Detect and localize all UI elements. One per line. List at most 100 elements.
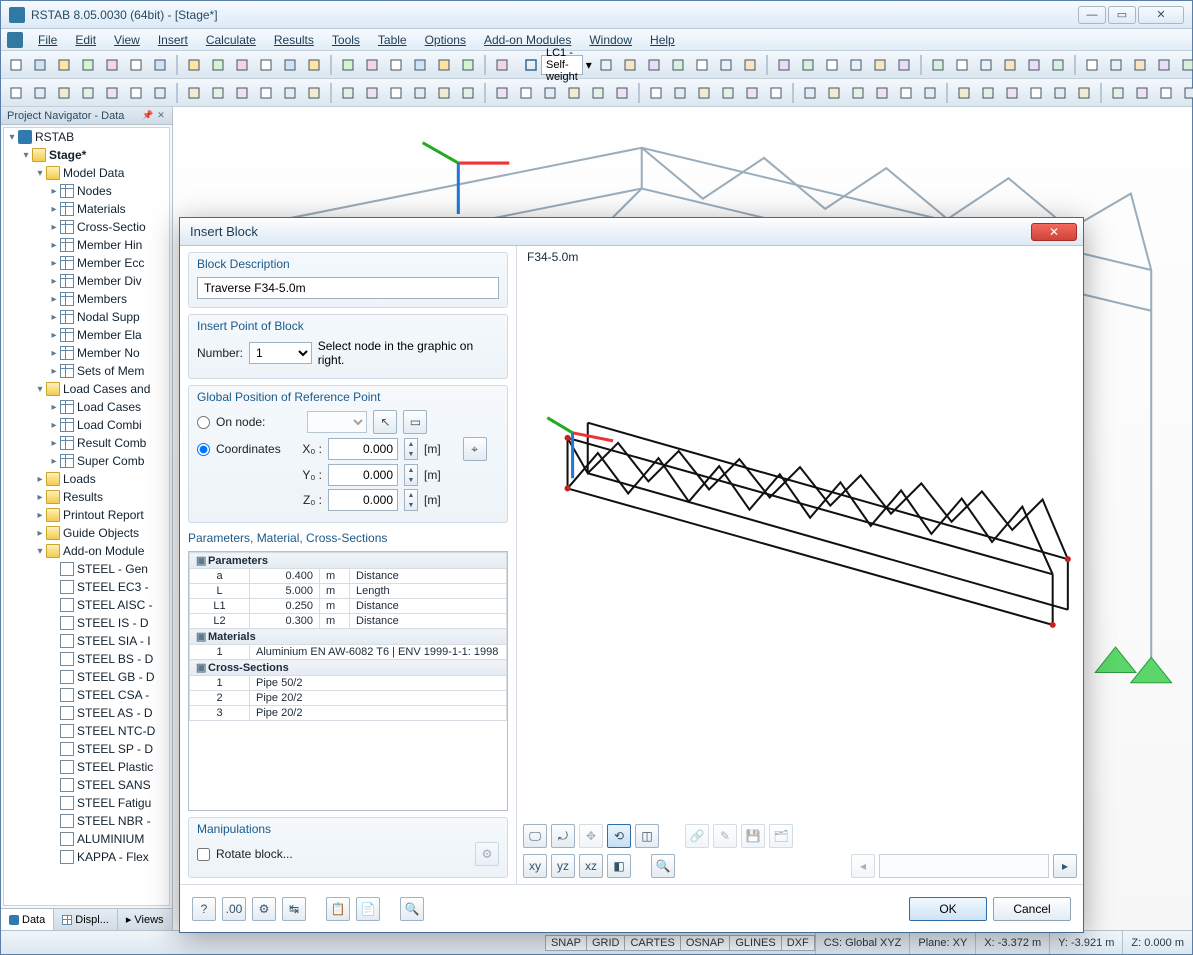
menu-table[interactable]: Table <box>369 29 416 50</box>
loadcase-icon-left[interactable] <box>523 54 539 76</box>
prev-btn-iso[interactable]: ◧ <box>607 854 631 878</box>
tree-item-steel-gen[interactable]: STEEL - Gen <box>4 560 169 578</box>
tree-item-steel-is-d[interactable]: STEEL IS - D <box>4 614 169 632</box>
toggle-osnap[interactable]: OSNAP <box>680 935 731 951</box>
nav-tab-views[interactable]: ▸Views <box>118 909 173 930</box>
toolbar-button[interactable] <box>5 82 27 104</box>
tree-item-steel-as-d[interactable]: STEEL AS - D <box>4 704 169 722</box>
toolbar-button[interactable] <box>587 82 609 104</box>
toolbar-button[interactable] <box>279 54 301 76</box>
menu-insert[interactable]: Insert <box>149 29 197 50</box>
toolbar-button[interactable] <box>29 82 51 104</box>
prev-btn-draw[interactable]: ✎ <box>713 824 737 848</box>
toolbar-button[interactable] <box>255 54 277 76</box>
preview-viewport[interactable] <box>517 270 1083 818</box>
foot-help-button[interactable]: ? <box>192 897 216 921</box>
toolbar-button[interactable] <box>619 54 641 76</box>
radio-coordinates[interactable] <box>197 443 210 456</box>
pick-coord-button[interactable]: ⌖ <box>463 437 487 461</box>
tree-item-result-comb[interactable]: ▸Result Comb <box>4 434 169 452</box>
toolbar-button[interactable] <box>975 54 997 76</box>
prev-btn-axes-yz[interactable]: yz <box>551 854 575 878</box>
toolbar-button[interactable] <box>385 82 407 104</box>
prev-btn-save[interactable]: 💾 <box>741 824 765 848</box>
menu-window[interactable]: Window <box>580 29 641 50</box>
tree-item-steel-gb-d[interactable]: STEEL GB - D <box>4 668 169 686</box>
foot-paste-button[interactable]: 📄 <box>356 897 380 921</box>
tree-item-steel-plastic[interactable]: STEEL Plastic <box>4 758 169 776</box>
toolbar-button[interactable] <box>5 54 27 76</box>
toggle-snap[interactable]: SNAP <box>545 935 587 951</box>
prev-btn-next[interactable]: ▸ <box>1053 854 1077 878</box>
toolbar-button[interactable] <box>337 54 359 76</box>
toggle-cartes[interactable]: CARTES <box>624 935 680 951</box>
tree-item-cross-sectio[interactable]: ▸Cross-Sectio <box>4 218 169 236</box>
prev-btn-prev[interactable]: ◂ <box>851 854 875 878</box>
foot-units-button[interactable]: .00 <box>222 897 246 921</box>
tree-item-load-cases[interactable]: ▸Load Cases <box>4 398 169 416</box>
toolbar-button[interactable] <box>183 54 205 76</box>
toolbar-button[interactable] <box>53 54 75 76</box>
foot-copy-button[interactable]: 📋 <box>326 897 350 921</box>
tree-item-results[interactable]: ▸Results <box>4 488 169 506</box>
toolbar-button[interactable] <box>231 82 253 104</box>
tree-item-loads[interactable]: ▸Loads <box>4 470 169 488</box>
toolbar-button[interactable] <box>667 54 689 76</box>
toolbar-button[interactable] <box>539 82 561 104</box>
tree-item-member-hin[interactable]: ▸Member Hin <box>4 236 169 254</box>
toolbar-button[interactable] <box>765 82 787 104</box>
tree-item-materials[interactable]: ▸Materials <box>4 200 169 218</box>
tree-item-steel-nbr[interactable]: STEEL NBR - <box>4 812 169 830</box>
tree-item-steel-aisc[interactable]: STEEL AISC - <box>4 596 169 614</box>
tree-item-steel-sia-i[interactable]: STEEL SIA - I <box>4 632 169 650</box>
toolbar-button[interactable] <box>927 54 949 76</box>
menu-results[interactable]: Results <box>265 29 323 50</box>
menu-edit[interactable]: Edit <box>66 29 105 50</box>
close-button[interactable]: ✕ <box>1138 6 1184 24</box>
toolbar-button[interactable] <box>101 82 123 104</box>
tree-item-guide-objects[interactable]: ▸Guide Objects <box>4 524 169 542</box>
toolbar-button[interactable] <box>29 54 51 76</box>
prev-btn-screenshot[interactable]: 🖵 <box>523 824 547 848</box>
tree-item-member-ela[interactable]: ▸Member Ela <box>4 326 169 344</box>
toolbar-button[interactable] <box>773 54 795 76</box>
toolbar-button[interactable] <box>1105 54 1127 76</box>
toolbar-button[interactable] <box>739 54 761 76</box>
toolbar-button[interactable] <box>741 82 763 104</box>
toolbar-button[interactable] <box>595 54 617 76</box>
toolbar-button[interactable] <box>1129 54 1151 76</box>
toolbar-button[interactable] <box>563 82 585 104</box>
prev-btn-axes-xy[interactable]: xy <box>523 854 547 878</box>
coord-x0-spin[interactable]: ▲▼ <box>404 438 418 460</box>
tree-item-super-comb[interactable]: ▸Super Comb <box>4 452 169 470</box>
toolbar-button[interactable] <box>717 82 739 104</box>
menu-help[interactable]: Help <box>641 29 684 50</box>
nav-tab-display[interactable]: Displ... <box>54 909 118 930</box>
tree-item-steel-sans[interactable]: STEEL SANS <box>4 776 169 794</box>
toolbar-button[interactable] <box>303 82 325 104</box>
toolbar-button[interactable] <box>1107 82 1129 104</box>
toolbar-button[interactable] <box>409 82 431 104</box>
navigator-tree[interactable]: ▾RSTAB▾Stage*▾Model Data▸Nodes▸Materials… <box>3 127 170 906</box>
toolbar-button[interactable] <box>893 54 915 76</box>
tree-item-steel-ntc-d[interactable]: STEEL NTC-D <box>4 722 169 740</box>
toolbar-button[interactable] <box>847 82 869 104</box>
toolbar-button[interactable] <box>231 54 253 76</box>
toolbar-button[interactable] <box>645 82 667 104</box>
tree-item-rstab[interactable]: ▾RSTAB <box>4 128 169 146</box>
toolbar-button[interactable] <box>845 54 867 76</box>
foot-find-button[interactable]: 🔍 <box>400 897 424 921</box>
toggle-dxf[interactable]: DXF <box>781 935 815 951</box>
toolbar-button[interactable] <box>611 82 633 104</box>
toolbar-button[interactable] <box>1179 82 1193 104</box>
prev-btn-link[interactable]: 🔗 <box>685 824 709 848</box>
tree-item-steel-ec3[interactable]: STEEL EC3 - <box>4 578 169 596</box>
tree-item-member-ecc[interactable]: ▸Member Ecc <box>4 254 169 272</box>
tree-item-steel-bs-d[interactable]: STEEL BS - D <box>4 650 169 668</box>
toolbar-button[interactable] <box>433 82 455 104</box>
tree-item-kappa-flex[interactable]: KAPPA - Flex <box>4 848 169 866</box>
toolbar-button[interactable] <box>643 54 665 76</box>
loadcase-dropdown[interactable]: ▾ <box>585 54 593 76</box>
toolbar-button[interactable] <box>871 82 893 104</box>
menu-file[interactable]: File <box>29 29 66 50</box>
